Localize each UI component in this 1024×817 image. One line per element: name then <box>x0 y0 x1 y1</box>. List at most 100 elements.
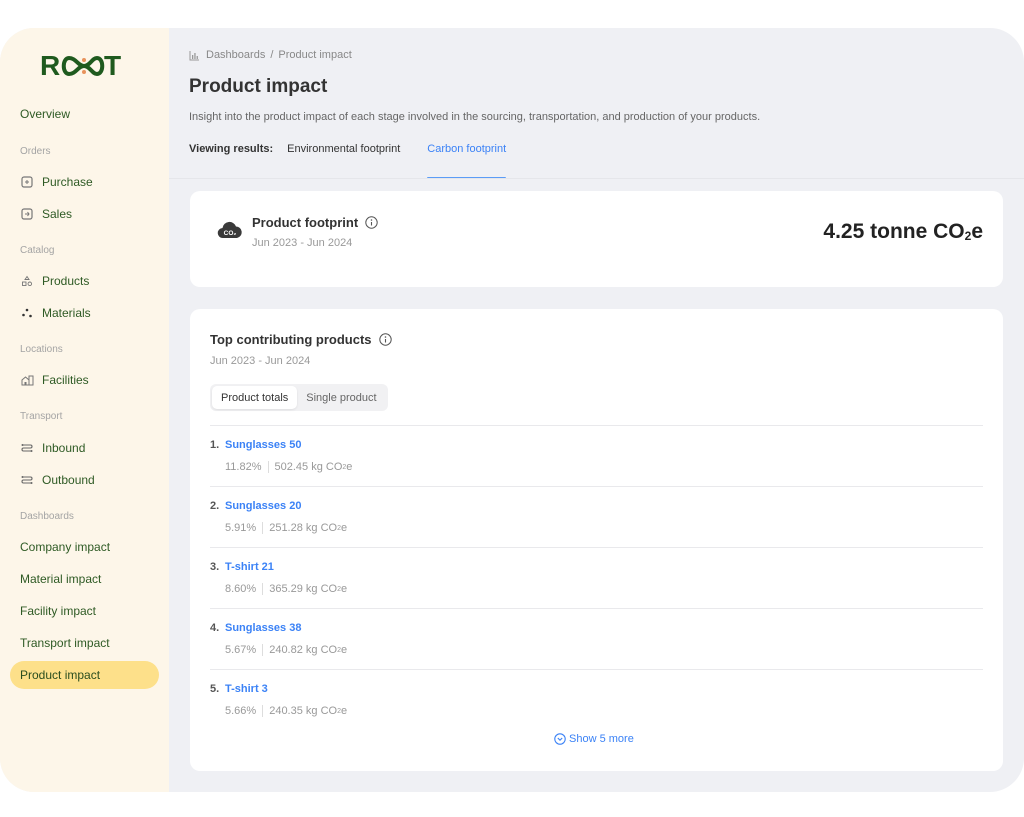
breadcrumb-dashboards[interactable]: Dashboards <box>206 49 265 61</box>
amount: 502.45 kg CO <box>274 461 343 473</box>
top-products-title-text: Top contributing products <box>210 332 372 347</box>
footprint-value-main: 4.25 tonne CO <box>823 220 965 243</box>
svg-text:T: T <box>104 50 122 80</box>
sidebar-item-material-impact[interactable]: Material impact <box>10 565 159 593</box>
import-box-icon <box>20 175 34 189</box>
product-link[interactable]: Sunglasses 50 <box>225 439 301 451</box>
sidebar-item-company-impact[interactable]: Company impact <box>10 533 159 561</box>
dots-icon <box>20 306 34 320</box>
route-icon <box>20 473 34 487</box>
breadcrumb-separator: / <box>270 49 274 61</box>
viewing-results-label: Viewing results: <box>189 143 274 155</box>
amount: 240.82 kg CO <box>269 644 338 656</box>
list-item: 1. Sunglasses 50 11.82% 502.45 kg CO 2 e <box>210 425 983 486</box>
product-footprint-card: CO₂ Product footprint Jun 2023 - Jun 202… <box>190 191 1003 287</box>
segment-product-totals[interactable]: Product totals <box>212 386 298 409</box>
unit-suffix: e <box>340 522 348 534</box>
show-more-button[interactable]: Show 5 more <box>554 733 634 745</box>
sidebar-item-facilities[interactable]: Facilities <box>10 366 159 394</box>
app-window: R T Overview Orders Purchase Sales Catal… <box>0 28 1024 792</box>
breadcrumb: Dashboards / Product impact <box>189 49 352 61</box>
stat-divider <box>262 522 264 534</box>
stat-divider <box>262 583 264 595</box>
unit-suffix: e <box>346 461 353 473</box>
sidebar-item-inbound[interactable]: Inbound <box>10 434 159 462</box>
sidebar-item-outbound[interactable]: Outbound <box>10 466 159 494</box>
percent: 5.91% <box>225 522 257 534</box>
rank: 5. <box>210 683 220 695</box>
nav-label: Product impact <box>20 668 101 682</box>
root-logo[interactable]: R T <box>40 50 130 80</box>
percent: 5.66% <box>225 705 257 717</box>
footprint-value-suffix: e <box>971 220 983 243</box>
nav-label: Transport impact <box>20 636 110 650</box>
section-label-transport: Transport <box>20 411 63 422</box>
section-label-orders: Orders <box>20 146 51 157</box>
product-stats: 5.66% 240.35 kg CO 2 e <box>225 705 347 717</box>
unit-suffix: e <box>340 583 348 595</box>
sidebar-item-transport-impact[interactable]: Transport impact <box>10 629 159 657</box>
nav-label: Products <box>42 274 90 288</box>
product-stats: 5.91% 251.28 kg CO 2 e <box>225 522 347 534</box>
amount: 240.35 kg CO <box>269 705 338 717</box>
rank: 4. <box>210 622 220 634</box>
nav-label: Facilities <box>42 373 89 387</box>
sidebar: R T Overview Orders Purchase Sales Catal… <box>0 28 169 792</box>
sidebar-item-products[interactable]: Products <box>10 267 159 295</box>
rank: 1. <box>210 439 220 451</box>
product-stats: 5.67% 240.82 kg CO 2 e <box>225 644 347 656</box>
sidebar-item-facility-impact[interactable]: Facility impact <box>10 597 159 625</box>
list-item: 5. T-shirt 3 5.66% 240.35 kg CO 2 e <box>210 669 983 730</box>
breadcrumb-current: Product impact <box>278 49 352 61</box>
sidebar-item-materials[interactable]: Materials <box>10 299 159 327</box>
product-link[interactable]: T-shirt 21 <box>225 561 274 573</box>
route-icon <box>20 441 34 455</box>
page-title: Product impact <box>189 76 328 97</box>
show-more-label: Show 5 more <box>569 733 634 745</box>
percent: 11.82% <box>225 461 262 473</box>
segment-single-product[interactable]: Single product <box>297 386 385 409</box>
nav-label: Sales <box>42 207 73 221</box>
unit-suffix: e <box>340 644 348 656</box>
sidebar-item-purchase[interactable]: Purchase <box>10 168 159 196</box>
amount: 251.28 kg CO <box>269 522 338 534</box>
page-description: Insight into the product impact of each … <box>189 111 761 123</box>
section-label-dashboards: Dashboards <box>20 511 74 522</box>
nav-label: Purchase <box>42 175 93 189</box>
top-products-title: Top contributing products <box>210 332 392 347</box>
product-link[interactable]: Sunglasses 20 <box>225 500 301 512</box>
footprint-title-text: Product footprint <box>252 215 359 230</box>
rank: 2. <box>210 500 220 512</box>
percent: 8.60% <box>225 583 257 595</box>
info-icon[interactable] <box>378 333 392 346</box>
sidebar-item-product-impact[interactable]: Product impact <box>10 661 159 689</box>
nav-label: Material impact <box>20 572 102 586</box>
percent: 5.67% <box>225 644 257 656</box>
viewing-results-tabs: Viewing results: Environmental footprint… <box>189 143 1024 179</box>
product-footprint-title: Product footprint <box>252 215 378 230</box>
nav-label: Company impact <box>20 540 111 554</box>
product-stats: 8.60% 365.29 kg CO 2 e <box>225 583 347 595</box>
bar-chart-icon <box>189 50 200 61</box>
tab-environmental-footprint[interactable]: Environmental footprint <box>287 143 400 179</box>
view-mode-segmented-control: Product totals Single product <box>210 384 388 411</box>
list-item: 2. Sunglasses 20 5.91% 251.28 kg CO 2 e <box>210 486 983 547</box>
nav-label: Materials <box>42 306 91 320</box>
export-box-icon <box>20 207 34 221</box>
product-link[interactable]: Sunglasses 38 <box>225 622 301 634</box>
top-products-list: 1. Sunglasses 50 11.82% 502.45 kg CO 2 e 2.… <box>210 425 983 730</box>
footprint-date-range: Jun 2023 - Jun 2024 <box>252 237 353 249</box>
shapes-icon <box>20 274 34 288</box>
info-icon[interactable] <box>365 216 378 229</box>
sidebar-item-overview[interactable]: Overview <box>10 100 159 128</box>
building-icon <box>20 373 34 387</box>
tabs-divider <box>169 178 1024 179</box>
nav-label: Outbound <box>42 473 95 487</box>
product-stats: 11.82% 502.45 kg CO 2 e <box>225 461 352 473</box>
unit-suffix: e <box>340 705 348 717</box>
product-link[interactable]: T-shirt 3 <box>225 683 268 695</box>
sidebar-item-sales[interactable]: Sales <box>10 200 159 228</box>
nav-label: Overview <box>20 107 71 121</box>
list-item: 4. Sunglasses 38 5.67% 240.82 kg CO 2 e <box>210 608 983 669</box>
tab-carbon-footprint[interactable]: Carbon footprint <box>427 143 506 179</box>
